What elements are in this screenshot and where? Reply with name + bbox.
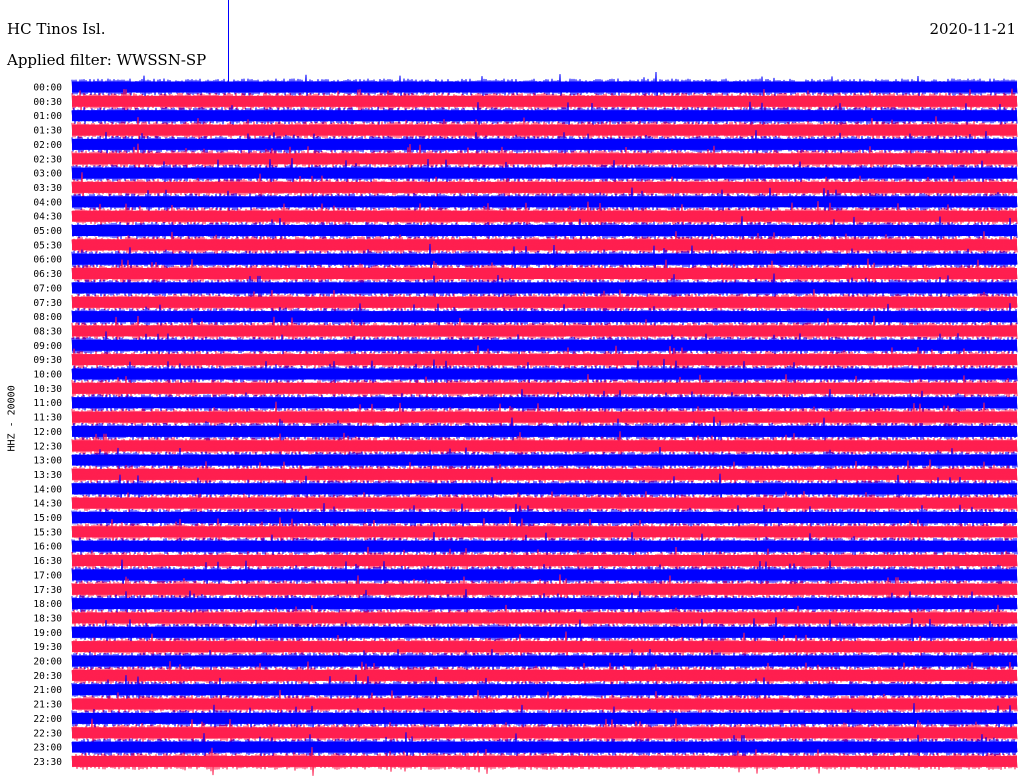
row-label-0800: 08:00 xyxy=(33,312,62,323)
row-label-0830: 08:30 xyxy=(33,326,62,337)
row-label-0130: 01:30 xyxy=(33,126,62,137)
row-label-0600: 06:00 xyxy=(33,255,62,266)
row-label-1900: 19:00 xyxy=(33,628,62,639)
row-label-2000: 20:00 xyxy=(33,657,62,668)
row-label-0930: 09:30 xyxy=(33,355,62,366)
row-label-1500: 15:00 xyxy=(33,513,62,524)
row-label-1630: 16:30 xyxy=(33,556,62,567)
row-label-1030: 10:30 xyxy=(33,384,62,395)
row-label-0530: 05:30 xyxy=(33,240,62,251)
row-label-2200: 22:00 xyxy=(33,714,62,725)
row-label-1330: 13:30 xyxy=(33,470,62,481)
applied-filter: Applied filter: WWSSN-SP xyxy=(7,51,207,69)
row-label-2300: 23:00 xyxy=(33,743,62,754)
channel-label: HHZ - 20000 xyxy=(6,385,18,452)
row-label-1800: 18:00 xyxy=(33,599,62,610)
row-label-2230: 22:30 xyxy=(33,728,62,739)
row-label-0400: 04:00 xyxy=(33,197,62,208)
row-label-0230: 02:30 xyxy=(33,154,62,165)
row-label-0630: 06:30 xyxy=(33,269,62,280)
row-label-1730: 17:30 xyxy=(33,585,62,596)
row-label-0500: 05:00 xyxy=(33,226,62,237)
row-label-0430: 04:30 xyxy=(33,212,62,223)
row-label-2330: 23:30 xyxy=(33,757,62,768)
row-label-1930: 19:30 xyxy=(33,642,62,653)
row-label-0330: 03:30 xyxy=(33,183,62,194)
row-label-0300: 03:00 xyxy=(33,169,62,180)
row-label-0700: 07:00 xyxy=(33,283,62,294)
row-label-1000: 10:00 xyxy=(33,370,62,381)
row-label-1230: 12:30 xyxy=(33,441,62,452)
row-label-2030: 20:30 xyxy=(33,671,62,682)
row-label-2130: 21:30 xyxy=(33,700,62,711)
row-label-1400: 14:00 xyxy=(33,484,62,495)
row-label-1200: 12:00 xyxy=(33,427,62,438)
row-label-1530: 15:30 xyxy=(33,527,62,538)
row-label-1600: 16:00 xyxy=(33,542,62,553)
helicorder-plot: 00:00 00:30 01:00 01:30 02:00 02:30 03:00 03:30… xyxy=(33,0,1018,776)
station-name: HC Tinos Isl. xyxy=(7,20,106,38)
row-label-0100: 01:00 xyxy=(33,111,62,122)
row-label-1430: 14:30 xyxy=(33,499,62,510)
record-date: 2020-11-21 xyxy=(929,20,1016,38)
row-label-1100: 11:00 xyxy=(33,398,62,409)
row-label-1830: 18:30 xyxy=(33,613,62,624)
row-label-1300: 13:00 xyxy=(33,456,62,467)
row-label-2100: 21:00 xyxy=(33,685,62,696)
row-label-0730: 07:30 xyxy=(33,298,62,309)
row-label-0900: 09:00 xyxy=(33,341,62,352)
row-label-0030: 00:30 xyxy=(33,97,62,108)
seismic-traces xyxy=(71,71,1018,776)
row-label-0000: 00:00 xyxy=(33,83,62,94)
row-label-1130: 11:30 xyxy=(33,413,62,424)
row-label-1700: 17:00 xyxy=(33,570,62,581)
time-row-labels: 00:00 00:30 01:00 01:30 02:00 02:30 03:00 03:30… xyxy=(33,83,62,768)
row-label-0200: 02:00 xyxy=(33,140,62,151)
